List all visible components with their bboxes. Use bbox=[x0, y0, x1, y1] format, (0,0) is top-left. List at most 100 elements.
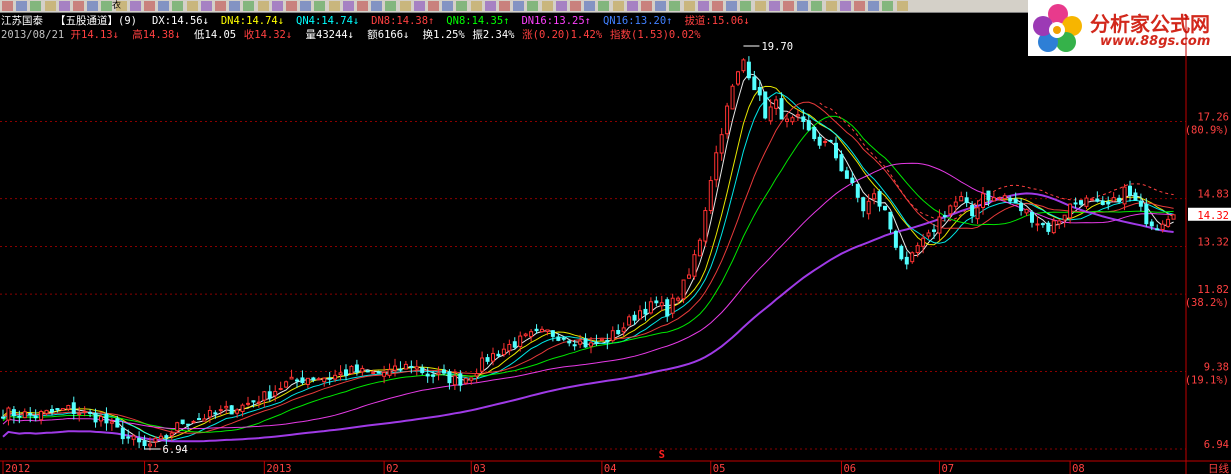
y-tick-pct: (38.2%) bbox=[1185, 297, 1229, 309]
candle-down bbox=[632, 314, 637, 321]
candle-down bbox=[556, 336, 561, 341]
candle-down bbox=[431, 374, 436, 377]
candle-down bbox=[186, 423, 191, 426]
candle-up bbox=[148, 443, 152, 447]
candle-down bbox=[1100, 200, 1105, 205]
candle-up bbox=[790, 117, 795, 123]
candle-down bbox=[120, 427, 125, 440]
candle-up bbox=[1171, 214, 1176, 220]
candle-up bbox=[240, 404, 245, 413]
candle-down bbox=[354, 364, 359, 373]
candle-up bbox=[39, 410, 44, 421]
candle-up bbox=[714, 152, 719, 181]
candle-down bbox=[986, 190, 991, 201]
header-row2-item-3: 低14.05 bbox=[194, 28, 236, 41]
candle-up bbox=[289, 376, 294, 380]
candle-up bbox=[703, 210, 708, 242]
candle-up bbox=[305, 377, 310, 385]
candle-down bbox=[899, 245, 904, 260]
header-row2-item-0: 2013/08/21 bbox=[1, 29, 64, 41]
candle-down bbox=[893, 230, 898, 248]
header-row2-item-8: 振2.34% bbox=[472, 28, 515, 41]
candle-up bbox=[224, 405, 229, 409]
candle-up bbox=[823, 140, 828, 143]
header-row2-item-10: 指数(1.53)0.02% bbox=[610, 28, 701, 41]
candle-down bbox=[834, 142, 838, 159]
y-tick-label: 14.83 bbox=[1197, 189, 1229, 201]
candle-down bbox=[883, 205, 887, 211]
candle-up bbox=[131, 435, 136, 440]
candle-up bbox=[382, 371, 387, 377]
candle-down bbox=[1, 416, 5, 419]
header-row1-item-4: QN4:14.74↓ bbox=[296, 15, 359, 27]
candle-down bbox=[33, 416, 38, 419]
candle-down bbox=[1013, 198, 1018, 204]
candle-up bbox=[785, 118, 789, 122]
current-price-label: 14.32 bbox=[1197, 210, 1229, 222]
candle-up bbox=[1166, 218, 1171, 227]
candle-up bbox=[403, 363, 408, 370]
candle-up bbox=[610, 330, 615, 342]
candle-down bbox=[197, 418, 201, 421]
candle-up bbox=[926, 232, 931, 237]
candle-down bbox=[93, 412, 98, 423]
candle-down bbox=[398, 368, 403, 371]
candle-up bbox=[284, 381, 289, 388]
candle-down bbox=[126, 436, 131, 439]
candle-down bbox=[757, 87, 762, 96]
candle-down bbox=[817, 136, 822, 146]
header-row1-item-5: DN8:14.38↑ bbox=[371, 15, 434, 27]
candle-down bbox=[850, 177, 855, 184]
candle-down bbox=[1040, 223, 1045, 226]
candle-up bbox=[589, 342, 593, 347]
x-tick-label: 04 bbox=[604, 463, 617, 474]
candle-down bbox=[839, 154, 844, 172]
candle-down bbox=[1117, 197, 1122, 203]
candle-up bbox=[175, 422, 180, 432]
candle-up bbox=[82, 410, 87, 413]
candle-down bbox=[665, 299, 670, 317]
overlay-line-2 bbox=[2, 92, 1174, 441]
candle-up bbox=[991, 197, 996, 202]
candle-down bbox=[888, 211, 893, 230]
candle-up bbox=[872, 193, 877, 200]
candle-down bbox=[1019, 202, 1024, 212]
candle-up bbox=[1068, 203, 1073, 219]
candle-up bbox=[1089, 198, 1094, 201]
y-tick-label: 6.94 bbox=[1204, 439, 1229, 451]
overlay-line-4 bbox=[2, 115, 1174, 433]
candle-down bbox=[180, 419, 185, 425]
candle-up bbox=[371, 372, 376, 375]
candle-down bbox=[229, 405, 234, 415]
candle-down bbox=[365, 370, 370, 373]
candle-up bbox=[621, 327, 626, 333]
candle-down bbox=[904, 256, 909, 265]
candle-up bbox=[670, 297, 675, 314]
candle-up bbox=[6, 407, 11, 421]
header-row1-item-2: DX:14.56↓ bbox=[152, 15, 209, 27]
candle-down bbox=[861, 197, 866, 212]
header-row2-item-7: 换1.25% bbox=[423, 28, 466, 41]
candle-up bbox=[414, 366, 419, 370]
candle-down bbox=[344, 369, 348, 376]
overlay-layer bbox=[2, 73, 1174, 443]
candle-up bbox=[910, 252, 915, 263]
candle-down bbox=[763, 91, 768, 119]
candle-down bbox=[496, 353, 501, 357]
stock-chart[interactable]: 17.26(80.9%) 14.83 13.32 11.82(38.2%) 9.38(1… bbox=[0, 0, 1231, 474]
candle-down bbox=[447, 371, 452, 384]
candle-up bbox=[627, 316, 632, 326]
candle-up bbox=[997, 197, 1002, 200]
candle-down bbox=[844, 170, 849, 179]
candle-up bbox=[578, 340, 583, 345]
candle-down bbox=[1138, 200, 1143, 207]
overlay-line-1 bbox=[2, 85, 1174, 439]
candle-down bbox=[458, 373, 463, 386]
candle-up bbox=[681, 279, 686, 300]
candle-up bbox=[387, 369, 392, 376]
candle-down bbox=[376, 371, 381, 374]
candle-up bbox=[262, 391, 267, 401]
candle-up bbox=[937, 216, 942, 234]
candle-down bbox=[1149, 221, 1154, 227]
candle-up bbox=[60, 408, 65, 411]
